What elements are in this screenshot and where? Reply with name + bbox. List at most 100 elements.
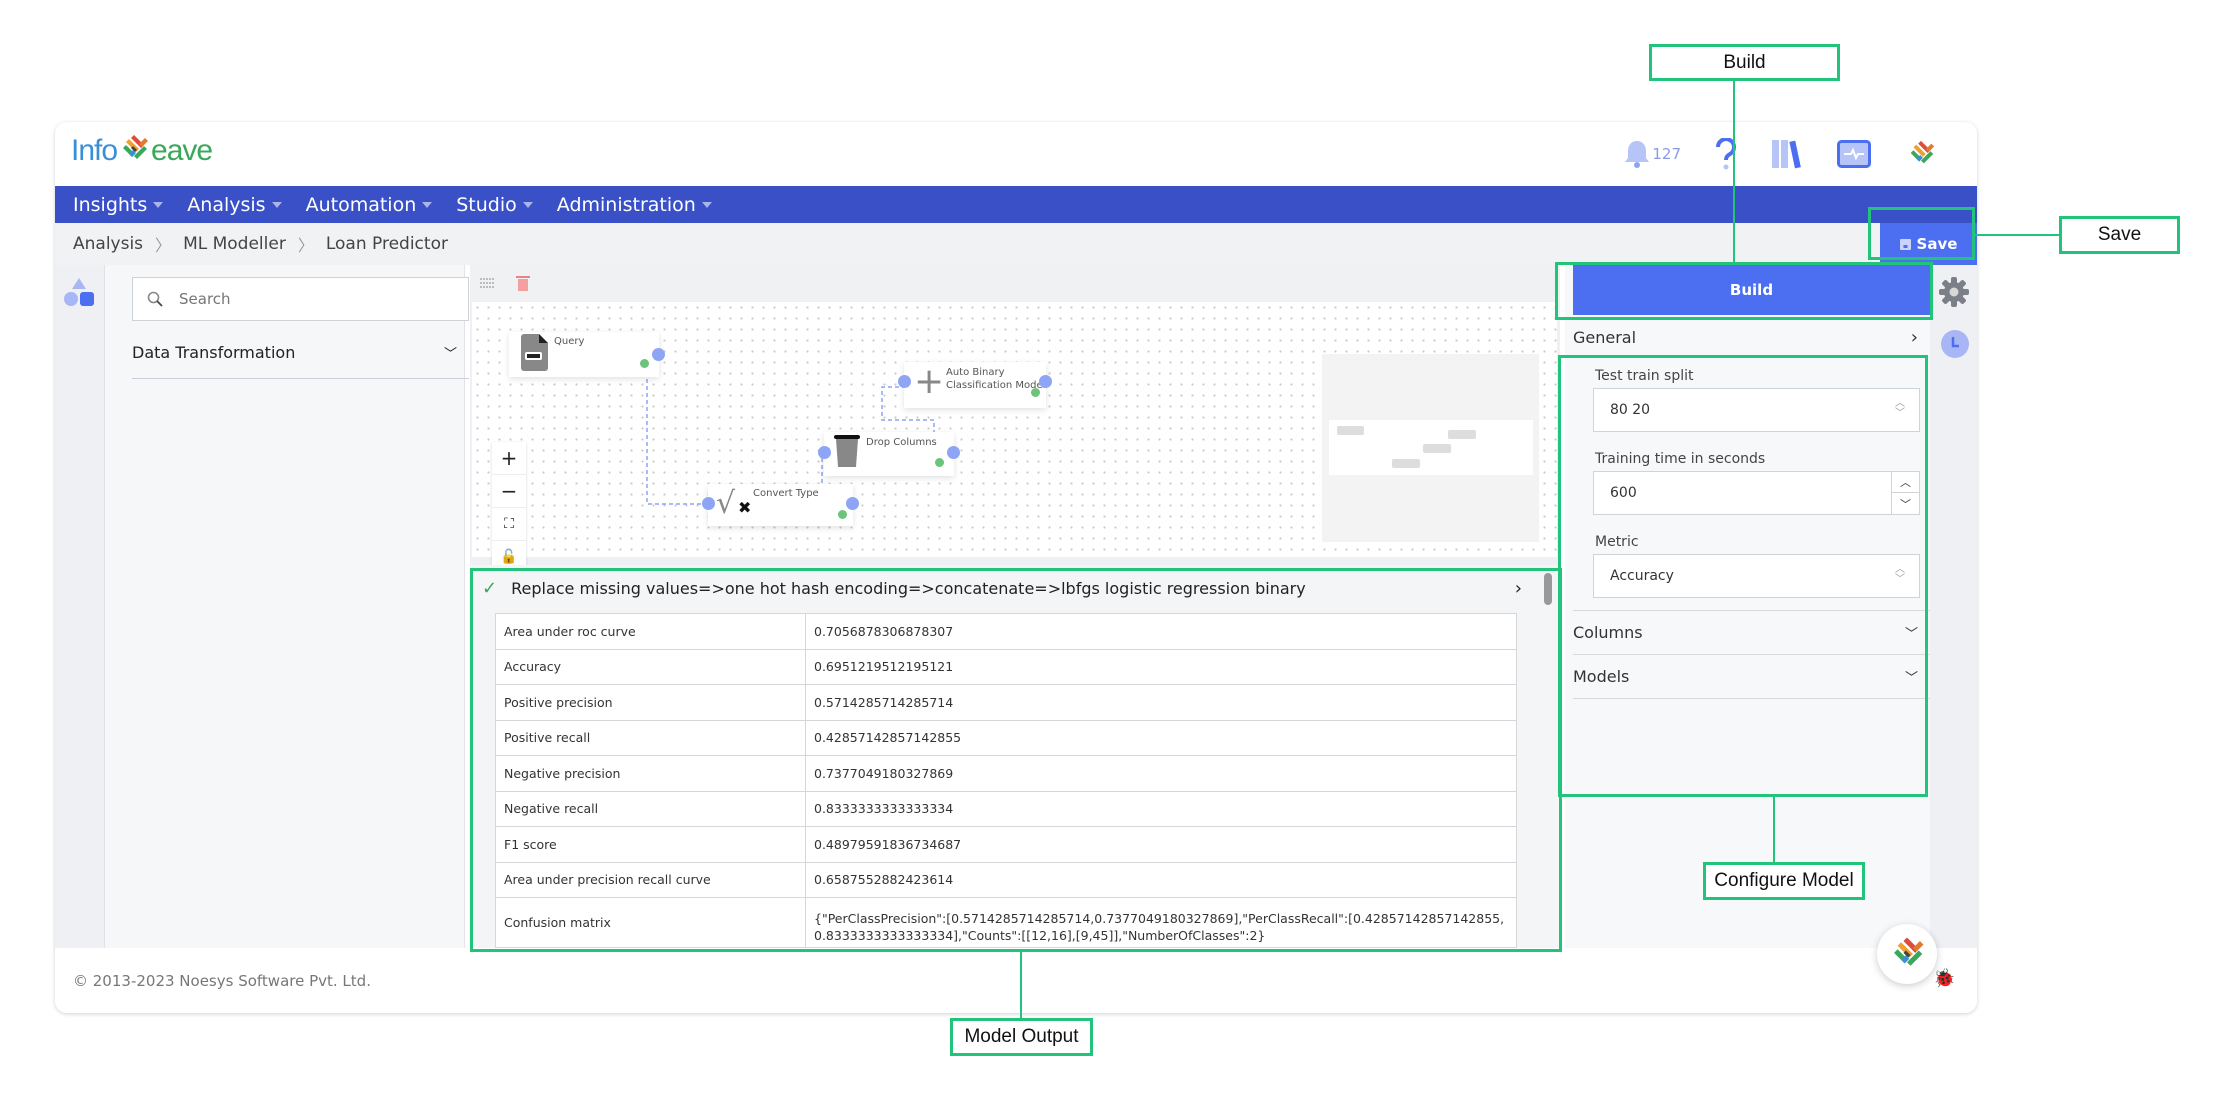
right-icon-rail — [1930, 265, 1977, 948]
brand-logo-icon — [1894, 937, 1924, 966]
annotation-save: Save — [2059, 216, 2180, 254]
input-port[interactable] — [898, 375, 911, 388]
output-port[interactable] — [652, 348, 665, 361]
zoom-controls: + − ⛶ 🔓 — [492, 442, 526, 574]
footer: © 2013-2023 Noesys Software Pvt. Ltd. — [55, 948, 1977, 1013]
library-icon[interactable] — [1771, 138, 1803, 170]
caret-down-icon — [522, 201, 533, 208]
minimap[interactable] — [1322, 354, 1539, 542]
nav-label: Insights — [73, 193, 148, 216]
model-output-highlight — [470, 568, 1562, 952]
shapes-icon[interactable] — [63, 277, 95, 309]
section-label: Data Transformation — [132, 343, 296, 362]
annotation-label: Model Output — [964, 1026, 1079, 1047]
trash-bin-icon — [834, 435, 860, 467]
nav-studio[interactable]: Studio — [456, 194, 533, 216]
node-label: Classification Model — [946, 380, 1046, 391]
annotation-label: Build — [1723, 51, 1766, 73]
output-port[interactable] — [947, 446, 960, 459]
nav-label: Administration — [556, 193, 696, 216]
plus-icon: + — [914, 361, 945, 402]
assistant-button[interactable] — [1877, 924, 1937, 984]
search-box[interactable] — [132, 277, 469, 321]
nav-insights[interactable]: Insights — [73, 193, 164, 216]
trash-icon[interactable] — [516, 275, 530, 291]
minimap-viewport — [1329, 420, 1533, 475]
annotation-configure-model: Configure Model — [1703, 862, 1865, 900]
zoom-in-button[interactable]: + — [492, 442, 526, 475]
annotation-connector — [1975, 234, 2059, 236]
build-highlight — [1555, 262, 1933, 320]
search-icon — [147, 291, 163, 307]
history-clock-icon[interactable] — [1941, 330, 1969, 358]
brand-icon[interactable] — [1905, 139, 1937, 169]
chevron-right-icon: › — [1910, 326, 1918, 348]
output-port[interactable] — [846, 497, 859, 510]
status-ok-icon — [640, 359, 649, 368]
node-label: Auto Binary — [946, 367, 1005, 378]
notifications-button[interactable]: 127 — [1624, 139, 1681, 169]
caret-down-icon — [153, 201, 164, 208]
document-icon — [521, 334, 548, 371]
workflow-node-auto-binary-classification[interactable]: + Auto Binary Classification Model — [898, 361, 1052, 408]
left-icon-rail — [55, 265, 105, 948]
breadcrumb: Analysis 〉 ML Modeller 〉 Loan Predictor — [55, 223, 1977, 265]
node-label: Query — [554, 336, 585, 347]
copyright-text: © 2013-2023 Noesys Software Pvt. Ltd. — [73, 971, 371, 990]
general-section[interactable]: General › — [1573, 315, 1930, 359]
workflow-node-query[interactable]: Query — [509, 332, 665, 377]
breadcrumb-analysis[interactable]: Analysis — [73, 234, 143, 254]
workflow-grid[interactable]: Query √ ✖ Convert Type Drop Columns + Au… — [472, 302, 1557, 574]
logo-text-weave: eave — [151, 134, 213, 167]
node-label: Drop Columns — [866, 437, 937, 448]
nav-administration[interactable]: Administration — [557, 194, 712, 216]
canvas-toolbar — [470, 265, 1560, 301]
caret-down-icon — [422, 201, 433, 208]
bell-icon — [1625, 141, 1650, 168]
annotation-connector — [1733, 81, 1735, 262]
monitor-icon[interactable] — [1837, 140, 1871, 168]
chevron-right-icon: 〉 — [297, 236, 314, 255]
header: Info eave 127 — [55, 122, 1977, 186]
input-port[interactable] — [702, 497, 715, 510]
nav-automation[interactable]: Automation — [306, 194, 433, 216]
fit-view-button[interactable]: ⛶ — [492, 508, 526, 541]
nav-label: Analysis — [187, 193, 266, 216]
grid-toggle-icon[interactable] — [480, 277, 494, 289]
chevron-down-icon: ﹀ — [443, 347, 457, 362]
annotation-model-output: Model Output — [950, 1018, 1093, 1056]
notification-count: 127 — [1652, 145, 1681, 163]
workflow-node-drop-columns[interactable]: Drop Columns — [818, 432, 960, 476]
output-port[interactable] — [1039, 375, 1052, 388]
annotation-build: Build — [1649, 44, 1840, 81]
caret-down-icon — [271, 201, 282, 208]
nav-label: Studio — [456, 193, 517, 216]
data-transformation-section[interactable]: Data Transformation ﹀ — [132, 327, 469, 379]
x-icon: ✖ — [738, 498, 752, 517]
bug-report-icon[interactable]: 🐞 — [1933, 968, 1955, 989]
infoweave-logo[interactable]: Info eave — [71, 134, 213, 168]
logo-text-info: Info — [71, 134, 118, 167]
status-ok-icon — [1031, 388, 1040, 397]
gear-icon[interactable] — [1939, 277, 1969, 307]
node-label: Convert Type — [753, 488, 819, 499]
configure-model-highlight — [1558, 355, 1928, 797]
annotation-connector — [1773, 797, 1775, 862]
annotation-connector — [1020, 952, 1022, 1018]
status-ok-icon — [935, 458, 944, 467]
status-ok-icon — [838, 510, 847, 519]
zoom-out-button[interactable]: − — [492, 475, 526, 508]
main-nav: Insights Analysis Automation Studio Admi… — [55, 186, 1977, 223]
annotation-label: Save — [2097, 224, 2142, 245]
weave-logo-icon — [123, 135, 149, 159]
section-label: General — [1573, 327, 1637, 347]
workflow-node-convert-type[interactable]: √ ✖ Convert Type — [702, 484, 859, 526]
breadcrumb-ml-modeller[interactable]: ML Modeller — [183, 234, 286, 254]
component-sidebar: Data Transformation ﹀ — [105, 265, 469, 948]
nav-analysis[interactable]: Analysis — [187, 193, 282, 216]
input-port[interactable] — [818, 446, 831, 459]
search-input[interactable] — [179, 290, 429, 308]
caret-down-icon — [701, 201, 712, 208]
save-highlight — [1868, 207, 1975, 260]
breadcrumb-loan-predictor: Loan Predictor — [325, 234, 448, 254]
